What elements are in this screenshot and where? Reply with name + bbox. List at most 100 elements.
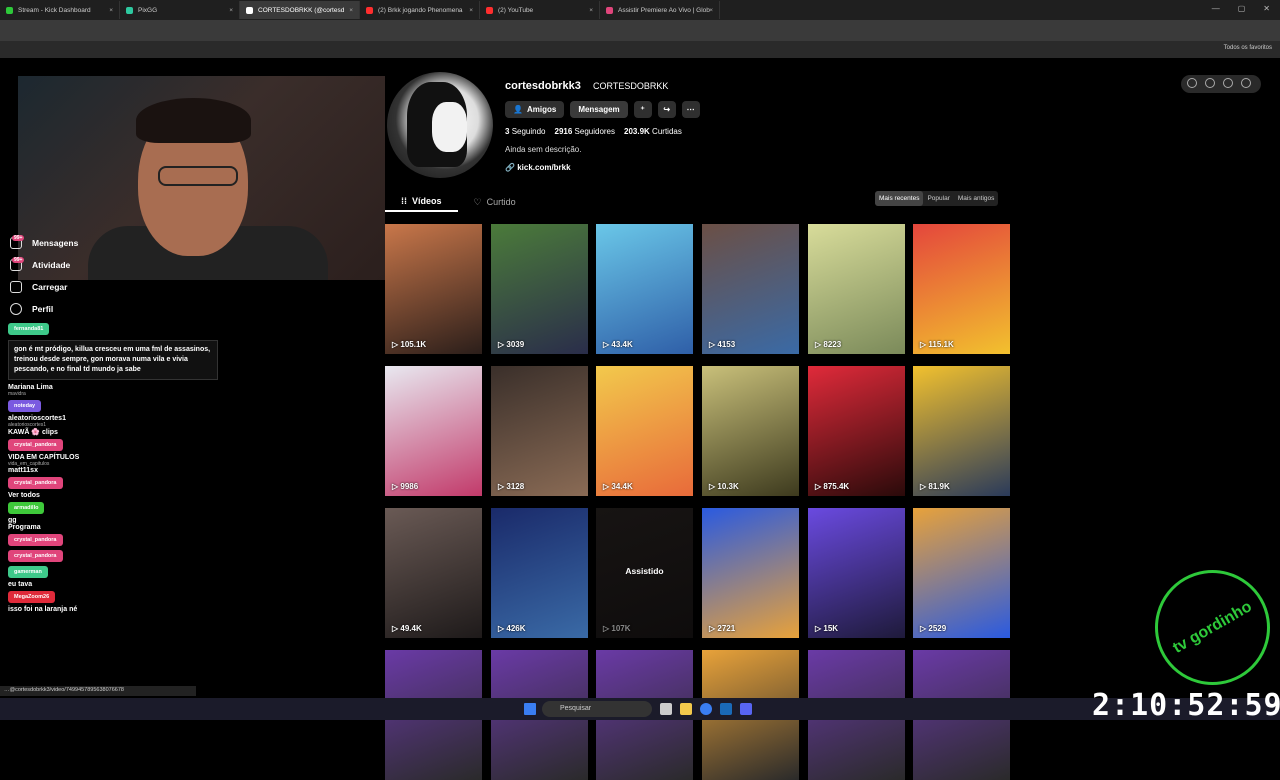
tab-label: (2) Brkk jogando Phenomena [378,6,463,14]
browser-tab-bar: Stream - Kick Dashboard × PixGG × CORTESDOBR… [0,0,1280,20]
chat-message: gg [8,517,17,524]
video-card[interactable]: ▷ 8223 [808,224,905,354]
video-card[interactable]: ▷ 875.4K [808,366,905,496]
video-views: ▷ 9986 [392,482,418,491]
browser-tab[interactable]: Stream - Kick Dashboard × [0,1,120,19]
tab-label: CORTESDOBRKK (@cortesd [258,6,345,14]
file-explorer-icon[interactable] [680,703,692,715]
video-card[interactable]: ▷ 3039 [491,224,588,354]
task-view-icon[interactable] [660,703,672,715]
chat-user-chip: crystal_pandora [8,477,63,489]
video-views-count: 2721 [717,624,736,633]
video-views-count: 43.4K [611,340,633,349]
add-friend-icon[interactable]: ⁺ [633,101,652,118]
video-views: ▷ 81.9K [920,482,950,491]
tab-close-icon[interactable]: × [589,7,593,14]
nav-profile[interactable]: Perfil [10,298,78,320]
grid-icon: ⁞⁞ [401,196,407,206]
profile-actions: 👤 Amigos Mensagem ⁺ ↪ ⋯ [505,101,700,118]
tab-close-icon[interactable]: × [469,7,473,14]
video-card[interactable]: ▷ 9986 [385,366,482,496]
video-thumbnail [702,508,799,638]
video-views: ▷ 34.4K [603,482,633,491]
browser-tab[interactable]: (2) YouTube × [480,1,600,19]
video-card[interactable]: ▷ 49.4K [385,508,482,638]
taskbar-search[interactable]: Pesquisar [542,701,652,717]
tab-close-icon[interactable]: × [709,7,713,14]
tab-videos[interactable]: ⁞⁞ Vídeos [385,192,458,212]
video-views: ▷ 107K [603,624,631,633]
video-views: ▷ 8223 [815,340,841,349]
browser-tab[interactable]: CORTESDOBRKK (@cortesd × [240,1,360,19]
video-card[interactable]: ▷ 43.4K [596,224,693,354]
following-item[interactable]: matt11sx [8,467,218,474]
tab-close-icon[interactable]: × [229,7,233,14]
tab-close-icon[interactable]: × [109,7,113,14]
video-views: ▷ 2529 [920,624,946,633]
video-card[interactable]: ▷ 115.1K [913,224,1010,354]
windows-start-icon[interactable] [524,703,536,715]
browser-tab[interactable]: (2) Brkk jogando Phenomena × [360,1,480,19]
video-views: ▷ 43.4K [603,340,633,349]
close-icon[interactable]: ✕ [1263,4,1270,13]
video-card[interactable]: ▷ 3128 [491,366,588,496]
all-bookmarks-link[interactable]: Todos os favoritos [1224,45,1272,51]
nav-programa[interactable]: Programa [8,524,218,531]
chrome-icon[interactable] [700,703,712,715]
nav-upload[interactable]: Carregar [10,276,78,298]
compass-icon[interactable] [1187,78,1197,88]
video-card[interactable]: ▷ 34.4K [596,366,693,496]
stat-followers: 2916 Seguidores [554,127,616,136]
globe-icon[interactable] [1241,78,1251,88]
following-item[interactable]: aleatorioscortes1 aleatorioscortes1 [8,415,218,428]
sort-toggle: Mais recentes Popular Mais antigos [875,191,999,206]
see-all-link[interactable]: Ver todos [8,492,218,499]
video-card[interactable]: ▷ 2529 [913,508,1010,638]
chat-user-chip: noteday [8,400,42,412]
download-icon[interactable] [1223,78,1233,88]
sort-popular[interactable]: Popular [923,191,953,206]
video-card[interactable]: ▷ 10.3K [702,366,799,496]
discord-icon[interactable] [740,703,752,715]
video-thumbnail [596,366,693,496]
following-item[interactable]: Mariana Lima mavidra [8,384,218,397]
video-views: ▷ 3128 [498,482,524,491]
video-card[interactable]: Assistido ▷ 107K [596,508,693,638]
steam-icon[interactable] [720,703,732,715]
sort-oldest[interactable]: Mais antigos [954,191,999,206]
video-views: ▷ 3039 [498,340,524,349]
sort-recent[interactable]: Mais recentes [875,191,924,206]
stream-timer: 2:10:52:59 [1092,688,1280,723]
video-card[interactable]: ▷ 81.9K [913,366,1010,496]
nav-messages-label: Mensagens [32,238,79,248]
following-name: aleatorioscortes1 [8,415,66,422]
address-bar[interactable] [0,20,1280,41]
maximize-icon[interactable]: ▢ [1238,4,1246,13]
video-card[interactable]: ▷ 15K [808,508,905,638]
phone-icon[interactable] [1205,78,1215,88]
friends-button-label: Amigos [526,105,557,114]
browser-tab[interactable]: PixGG × [120,1,240,19]
tab-liked[interactable]: ♡ Curtido [458,192,532,212]
message-button[interactable]: Mensagem [570,101,628,118]
video-card[interactable]: ▷ 4153 [702,224,799,354]
floating-toolbar[interactable] [1181,75,1261,93]
video-views-count: 8223 [823,340,842,349]
window-controls[interactable]: — ▢ ✕ [1202,0,1280,17]
nav-activity[interactable]: 99+ Atividade [10,254,78,276]
minimize-icon[interactable]: — [1212,4,1220,13]
friends-button[interactable]: 👤 Amigos [505,101,565,118]
following-item[interactable]: KAWÃ 🌸 clips [8,428,218,436]
more-icon[interactable]: ⋯ [681,101,700,118]
friends-icon: 👤 [513,105,523,114]
profile-link[interactable]: 🔗 kick.com/brkk [505,163,571,172]
following-item[interactable]: VIDA EM CAPÍTULOS vida_em_capitulos [8,454,218,467]
nav-messages[interactable]: 99+ Mensagens [10,232,78,254]
nav-profile-label: Perfil [32,304,54,314]
video-card[interactable]: ▷ 105.1K [385,224,482,354]
tab-close-icon[interactable]: × [349,7,353,14]
browser-tab[interactable]: Assistir Premiere Ao Vivo | Glob × [600,1,720,19]
video-card[interactable]: ▷ 2721 [702,508,799,638]
share-icon[interactable]: ↪ [657,101,676,118]
video-card[interactable]: ▷ 426K [491,508,588,638]
